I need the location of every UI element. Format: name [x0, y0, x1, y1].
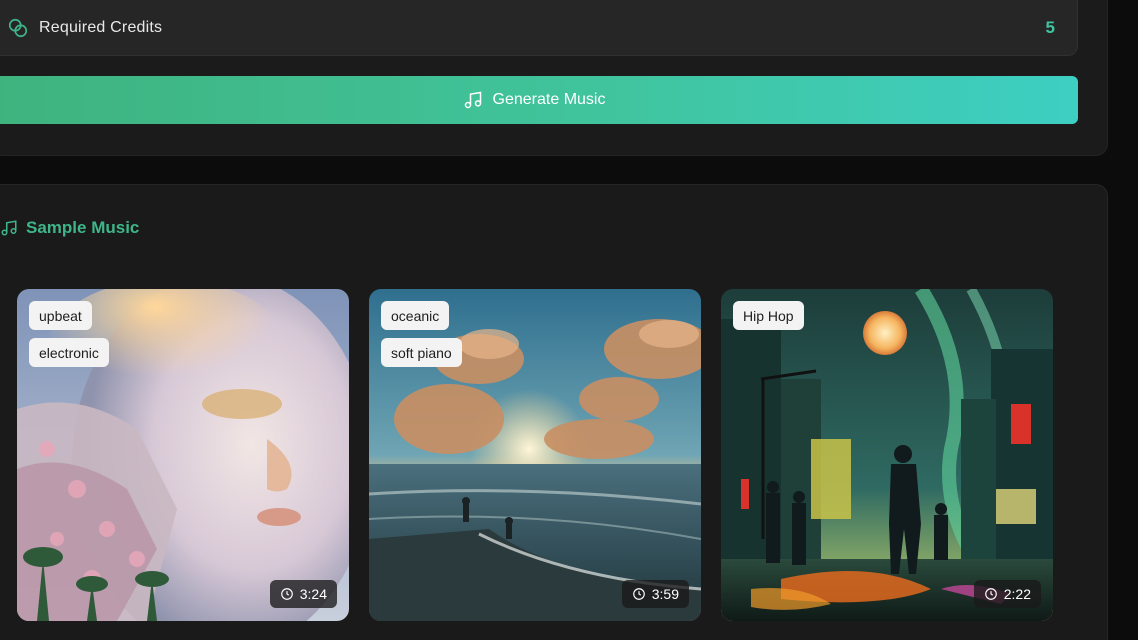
generate-music-label: Generate Music	[492, 91, 606, 108]
duration-badge: 3:59	[621, 580, 689, 608]
clock-icon	[632, 588, 645, 600]
tag-hip-hop: Hip Hop	[733, 301, 804, 330]
required-credits-label: Required Credits	[39, 18, 163, 36]
generate-music-button[interactable]: Generate Music	[0, 76, 1078, 124]
music-note-icon	[464, 91, 481, 109]
coins-icon	[8, 18, 28, 37]
required-credits-bar: Required Credits 5	[0, 0, 1078, 56]
sample-card-hip-hop[interactable]: Hip Hop 2:22	[721, 289, 1053, 621]
duration-badge: 2:22	[973, 580, 1041, 608]
required-credits-value: 5	[1045, 17, 1055, 37]
tag-electronic: electronic	[29, 338, 109, 367]
music-note-icon	[1, 220, 17, 236]
sample-card-oceanic-soft-piano[interactable]: oceanic soft piano 3:59	[369, 289, 701, 621]
clock-icon	[984, 588, 997, 600]
clock-icon	[280, 588, 293, 600]
duration-badge: 3:24	[269, 580, 337, 608]
tag-oceanic: oceanic	[381, 301, 450, 330]
duration-text: 3:24	[299, 586, 327, 602]
sample-music-title: Sample Music	[26, 218, 140, 237]
sample-card-upbeat-electronic[interactable]: upbeat electronic 3:24	[17, 289, 349, 621]
duration-text: 3:59	[651, 586, 679, 602]
duration-text: 2:22	[1003, 586, 1031, 602]
neon-city-night-artwork	[721, 289, 1053, 621]
tag-upbeat: upbeat	[29, 301, 92, 330]
tag-soft-piano: soft piano	[381, 338, 462, 367]
sample-music-header: Sample Music	[0, 216, 139, 240]
